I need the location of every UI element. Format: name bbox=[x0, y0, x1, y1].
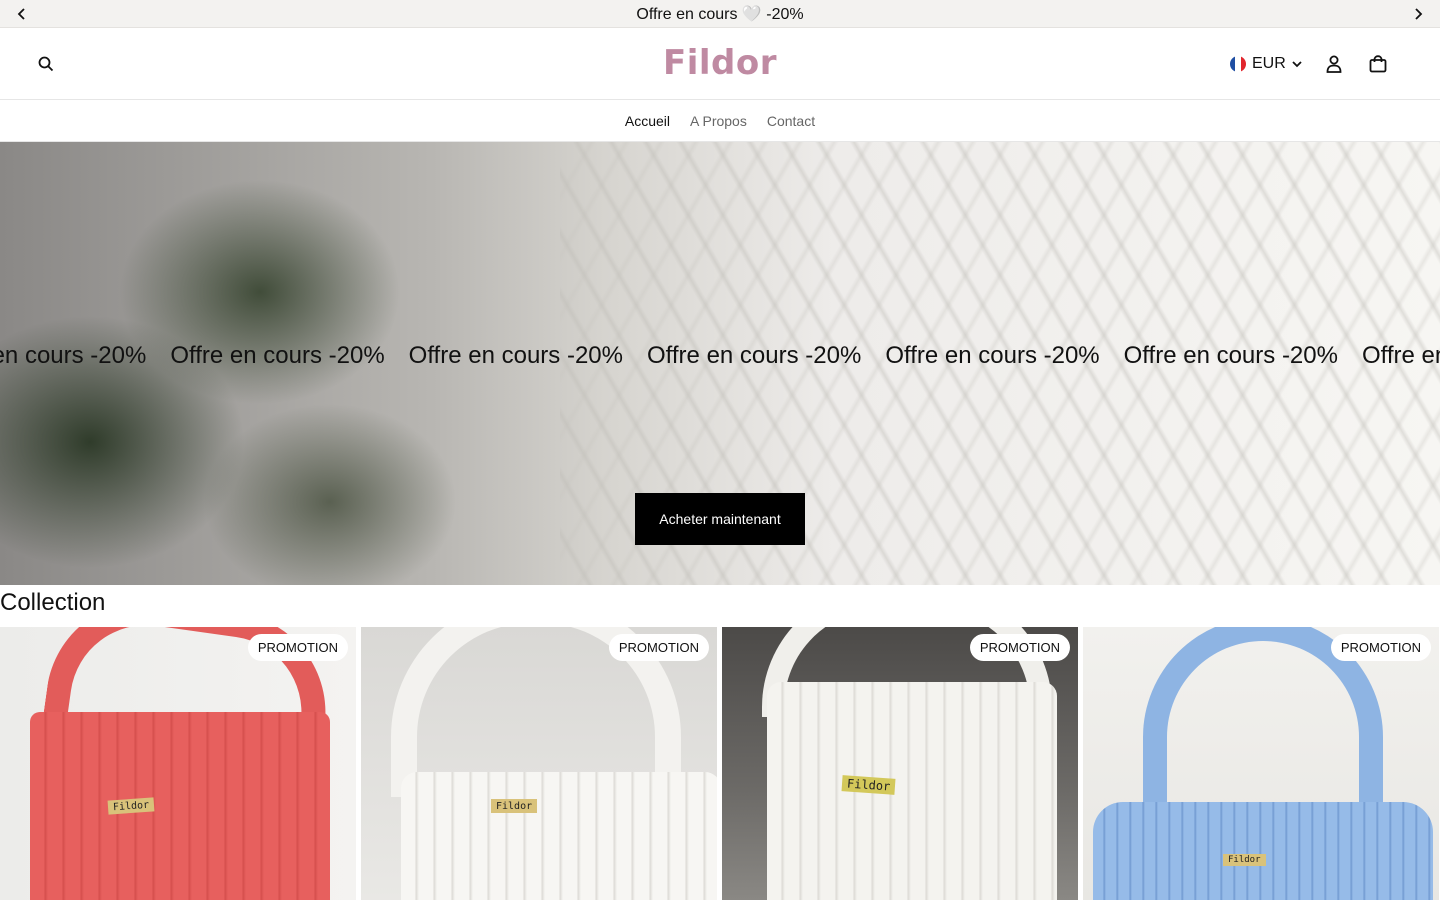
currency-code: EUR bbox=[1252, 55, 1286, 72]
product-image bbox=[401, 772, 717, 900]
hero-banner: Offre en cours -20% Offre en cours -20% … bbox=[0, 142, 1440, 585]
nav-item-contact[interactable]: Contact bbox=[767, 113, 815, 129]
announcement-bar: Offre en cours 🤍 -20% bbox=[0, 0, 1440, 28]
user-icon[interactable] bbox=[1322, 52, 1346, 76]
marquee-item: Offre en cours -20% bbox=[408, 342, 623, 369]
announcement-text: Offre en cours 🤍 -20% bbox=[636, 5, 804, 23]
marquee-item: Offre en cours -20% bbox=[0, 342, 147, 369]
collection-title: Collection bbox=[0, 589, 106, 616]
currency-selector[interactable]: EUR bbox=[1230, 52, 1302, 76]
product-image bbox=[767, 682, 1057, 900]
chevron-left-icon[interactable] bbox=[8, 0, 36, 28]
shopping-bag-icon[interactable] bbox=[1366, 52, 1390, 76]
product-image bbox=[30, 712, 330, 900]
chevron-right-icon[interactable] bbox=[1404, 0, 1432, 28]
marquee-item: Offre en cours -20% bbox=[646, 342, 862, 369]
fr-flag-icon bbox=[1230, 56, 1246, 72]
product-image bbox=[1093, 802, 1433, 900]
brand-tag: Fildor bbox=[491, 799, 538, 813]
product-card[interactable]: Fildor PROMOTION bbox=[1083, 627, 1439, 900]
brand-tag: Fildor bbox=[1223, 854, 1266, 866]
marquee-item: Offre en cours -20% bbox=[170, 342, 385, 369]
nav-item-a-propos[interactable]: A Propos bbox=[690, 113, 747, 129]
promotion-badge: PROMOTION bbox=[608, 634, 709, 661]
site-header: Fildor EUR bbox=[0, 28, 1440, 100]
promotion-badge: PROMOTION bbox=[1330, 634, 1431, 661]
product-grid: Fildor PROMOTION Fildor PROMOTION Fildor… bbox=[0, 627, 1440, 900]
marquee-item: Offre en cours -20% bbox=[1361, 342, 1440, 369]
marquee-item: Offre en cours -20% bbox=[1123, 342, 1338, 369]
product-card[interactable]: Fildor PROMOTION bbox=[0, 627, 356, 900]
logo[interactable]: Fildor bbox=[0, 43, 1440, 83]
product-card[interactable]: Fildor PROMOTION bbox=[361, 627, 717, 900]
promotion-badge: PROMOTION bbox=[247, 634, 348, 661]
product-card[interactable]: Fildor PROMOTION bbox=[722, 627, 1078, 900]
promo-marquee: Offre en cours -20% Offre en cours -20% … bbox=[0, 342, 1440, 370]
nav-item-accueil[interactable]: Accueil bbox=[625, 113, 670, 129]
main-nav: Accueil A Propos Contact bbox=[0, 100, 1440, 142]
chevron-down-icon bbox=[1292, 61, 1302, 68]
marquee-item: Offre en cours -20% bbox=[885, 342, 1100, 369]
promotion-badge: PROMOTION bbox=[969, 634, 1070, 661]
shop-now-button[interactable]: Acheter maintenant bbox=[635, 493, 805, 545]
